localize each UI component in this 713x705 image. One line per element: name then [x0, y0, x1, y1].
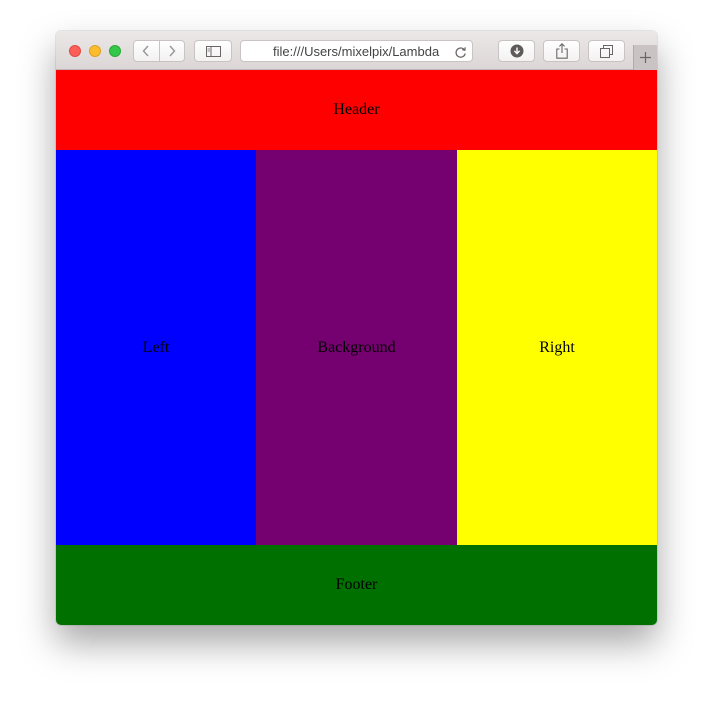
- header-label: Header: [333, 101, 380, 118]
- sidebar-icon: [205, 45, 221, 57]
- footer-label: Footer: [335, 576, 378, 593]
- navigation-buttons: [133, 40, 185, 62]
- address-text: file:///Users/mixelpix/Lambda: [273, 43, 440, 59]
- plus-icon: [640, 52, 651, 63]
- chevron-right-icon: [169, 45, 176, 57]
- show-tabs-button[interactable]: [588, 40, 625, 62]
- reload-icon: [454, 46, 466, 58]
- downloads-button[interactable]: [498, 40, 535, 62]
- forward-button[interactable]: [158, 41, 185, 61]
- footer-section: Footer: [56, 545, 657, 625]
- right-section: Right: [457, 150, 657, 545]
- left-label: Left: [142, 338, 170, 356]
- browser-window: file:///Users/mixelpix/Lambda Header Lef…: [56, 31, 657, 625]
- download-icon: [510, 44, 523, 58]
- left-section: Left: [56, 150, 256, 545]
- share-button[interactable]: [543, 40, 580, 62]
- background-section: Background: [256, 150, 457, 545]
- tabs-overview-icon: [600, 44, 613, 58]
- new-tab-button[interactable]: [633, 45, 657, 70]
- address-bar[interactable]: file:///Users/mixelpix/Lambda: [240, 40, 473, 62]
- header-section: Header: [56, 70, 657, 150]
- browser-toolbar: file:///Users/mixelpix/Lambda: [56, 31, 657, 70]
- right-label: Right: [539, 338, 575, 356]
- back-button[interactable]: [134, 41, 159, 61]
- page-content: Header Left Background Right Footer: [56, 70, 657, 625]
- chevron-left-icon: [142, 45, 149, 57]
- reload-button[interactable]: [452, 44, 468, 60]
- background-label: Background: [317, 338, 396, 356]
- maximize-window-button[interactable]: [109, 45, 121, 57]
- share-icon: [555, 43, 568, 59]
- minimize-window-button[interactable]: [89, 45, 101, 57]
- close-window-button[interactable]: [69, 45, 81, 57]
- sidebar-toggle-button[interactable]: [194, 40, 232, 62]
